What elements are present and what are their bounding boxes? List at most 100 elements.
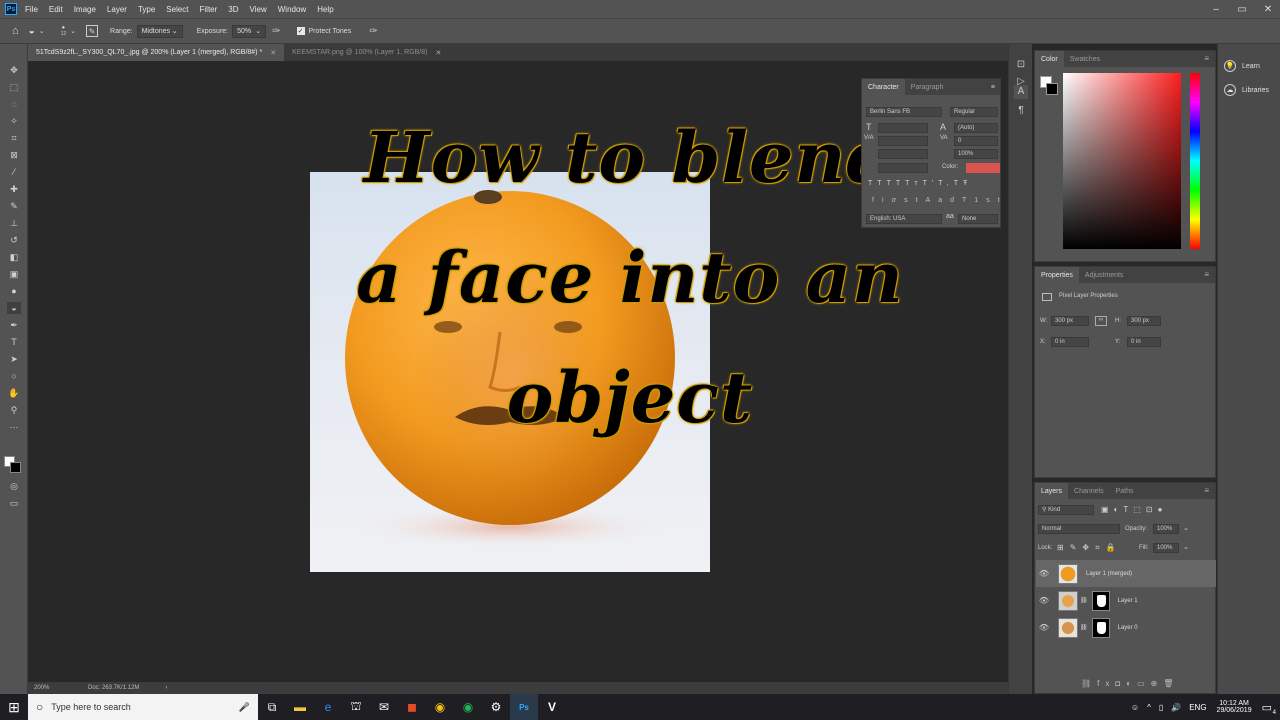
leading-field[interactable]: (Auto) [954, 123, 998, 133]
panel-menu-icon[interactable]: ≡ [1204, 270, 1209, 279]
character-panel-icon[interactable]: A [1014, 85, 1028, 99]
menu-type[interactable]: Type [138, 5, 155, 14]
airbrush-icon[interactable]: ✑ [272, 26, 280, 37]
range-select[interactable]: Midtones ⌄ [136, 24, 183, 38]
menu-file[interactable]: File [25, 5, 38, 14]
clone-stamp-tool-icon[interactable]: ⊥ [7, 217, 21, 229]
visibility-eye-icon[interactable]: 👁 [1036, 569, 1052, 578]
mask-link-icon[interactable]: ⛓ [1080, 597, 1088, 604]
home-icon[interactable]: ⌂ [12, 25, 19, 37]
learn-button[interactable]: 💡 Learn [1218, 54, 1280, 78]
maximize-button[interactable]: ▭ [1230, 0, 1254, 18]
menu-window[interactable]: Window [278, 5, 306, 14]
layer-style-icon[interactable]: fx [1097, 679, 1115, 688]
tab-layers[interactable]: Layers [1035, 483, 1069, 499]
close-icon[interactable]: ✕ [270, 49, 276, 57]
add-mask-icon[interactable]: ◘ [1115, 679, 1126, 688]
zoom-level[interactable]: 200% [34, 685, 74, 691]
swash-icon[interactable]: st [904, 197, 925, 204]
color-field[interactable] [1063, 73, 1181, 249]
kerning-field[interactable] [878, 136, 928, 146]
visibility-eye-icon[interactable]: 👁 [1036, 596, 1052, 605]
height-field[interactable]: 300 px [1127, 316, 1161, 326]
fill-field[interactable]: 100% [1153, 543, 1179, 553]
x-field[interactable]: 0 in [1051, 337, 1089, 347]
layer-row[interactable]: 👁 Layer 1 (merged) [1036, 560, 1216, 587]
layer-name[interactable]: Layer 1 (merged) [1086, 571, 1132, 577]
task-view-icon[interactable]: ⧉ [258, 694, 286, 720]
menu-filter[interactable]: Filter [200, 5, 218, 14]
new-group-icon[interactable]: ▭ [1137, 679, 1151, 688]
brush-settings-icon[interactable]: ✎ [86, 25, 99, 37]
antialias-select[interactable]: None [958, 214, 998, 224]
frame-tool-icon[interactable]: ⊠ [7, 149, 21, 161]
tab-orange-document[interactable]: 51TcdS9z2fL._SY300_QL70_.jpg @ 200% (Lay… [28, 44, 285, 61]
gradient-tool-icon[interactable]: ▣ [7, 268, 21, 280]
history-brush-tool-icon[interactable]: ↺ [7, 234, 21, 246]
tab-properties[interactable]: Properties [1035, 267, 1079, 283]
stylistic-icon[interactable]: A [926, 197, 939, 204]
hand-tool-icon[interactable]: ✋ [7, 387, 21, 399]
all-caps-icon[interactable]: TT [887, 180, 906, 187]
ordinal-icon[interactable]: T [962, 197, 974, 204]
tab-character[interactable]: Character [862, 79, 905, 95]
strikethrough-icon[interactable]: Ŧ [963, 180, 972, 187]
taskbar-search-box[interactable]: ○ Type here to search 🎤 [28, 694, 258, 720]
opacity-field[interactable]: 100% [1153, 524, 1179, 534]
edge-browser-icon[interactable]: e [314, 694, 342, 720]
volume-icon[interactable]: 🔊 [1171, 703, 1181, 712]
hue-slider[interactable] [1190, 73, 1200, 249]
menu-edit[interactable]: Edit [49, 5, 63, 14]
tab-adjustments[interactable]: Adjustments [1079, 267, 1130, 283]
language-select[interactable]: English: USA [866, 214, 942, 224]
panel-menu-icon[interactable]: ≡ [991, 84, 995, 91]
vertical-scale-field[interactable] [878, 149, 928, 159]
lock-transparent-icon[interactable]: ⊞ [1057, 543, 1070, 552]
minimize-button[interactable]: – [1204, 0, 1228, 18]
steam-icon[interactable]: ⚙ [482, 694, 510, 720]
underline-icon[interactable]: T [954, 180, 963, 187]
store-icon[interactable]: ⛫ [342, 694, 370, 720]
network-icon[interactable]: ▯ [1159, 703, 1163, 712]
background-color-swatch[interactable] [10, 462, 21, 473]
lock-artboard-icon[interactable]: ⌗ [1095, 543, 1106, 552]
mask-link-icon[interactable]: ⛓ [1080, 624, 1088, 631]
tray-chevron-icon[interactable]: ^ [1147, 703, 1151, 712]
layer-mask-thumbnail[interactable] [1091, 590, 1110, 611]
marquee-tool-icon[interactable]: ⬚ [7, 81, 21, 93]
vegas-taskbar-icon[interactable]: V [538, 694, 566, 720]
faux-bold-icon[interactable]: T [868, 180, 877, 187]
tracking-field[interactable]: 0 [954, 136, 998, 146]
tab-paths[interactable]: Paths [1110, 483, 1140, 499]
sponge-tool-icon[interactable]: ◒ [29, 26, 35, 37]
windows-start-icon[interactable]: ⊞ [0, 694, 28, 720]
move-tool-icon[interactable]: ✥ [7, 64, 21, 76]
chevron-down-icon[interactable]: ⌄ [70, 27, 76, 35]
menu-3d[interactable]: 3D [228, 5, 238, 14]
pen-tool-icon[interactable]: ✒ [7, 319, 21, 331]
panel-menu-icon[interactable]: ≡ [1204, 486, 1209, 495]
menu-help[interactable]: Help [317, 5, 333, 14]
blend-mode-select[interactable]: Normal [1038, 524, 1120, 534]
action-center-icon[interactable]: ▭ 4 [1262, 701, 1276, 716]
discretionary-icon[interactable]: ơ [892, 197, 905, 204]
lock-all-icon[interactable]: 🔒 [1106, 543, 1122, 552]
adjustment-filter-icon[interactable]: ◐ [1114, 505, 1124, 514]
bg-color-chip[interactable] [1046, 83, 1058, 95]
font-style-select[interactable]: Regular [950, 107, 998, 117]
brush-tool-icon[interactable]: ✎ [7, 200, 21, 212]
type-tool-icon[interactable]: T [7, 336, 21, 348]
panel-menu-icon[interactable]: ≡ [1204, 54, 1209, 63]
microphone-icon[interactable]: 🎤 [239, 702, 250, 713]
layer-filter-select[interactable]: ⚲ Kind [1038, 505, 1094, 515]
tab-swatches[interactable]: Swatches [1064, 51, 1106, 67]
baseline-shift-field[interactable] [878, 163, 928, 173]
new-layer-icon[interactable]: ⊕ [1151, 679, 1164, 688]
layer-row[interactable]: 👁 ⛓ Layer 1 [1036, 587, 1216, 614]
chevron-down-icon[interactable]: ⌄ [1183, 543, 1189, 551]
layer-name[interactable]: Layer 0 [1118, 625, 1138, 631]
healing-brush-tool-icon[interactable]: ✚ [7, 183, 21, 195]
visibility-eye-icon[interactable]: 👁 [1036, 623, 1052, 632]
chevron-down-icon[interactable]: ⌄ [1183, 524, 1189, 532]
mail-icon[interactable]: ✉ [370, 694, 398, 720]
